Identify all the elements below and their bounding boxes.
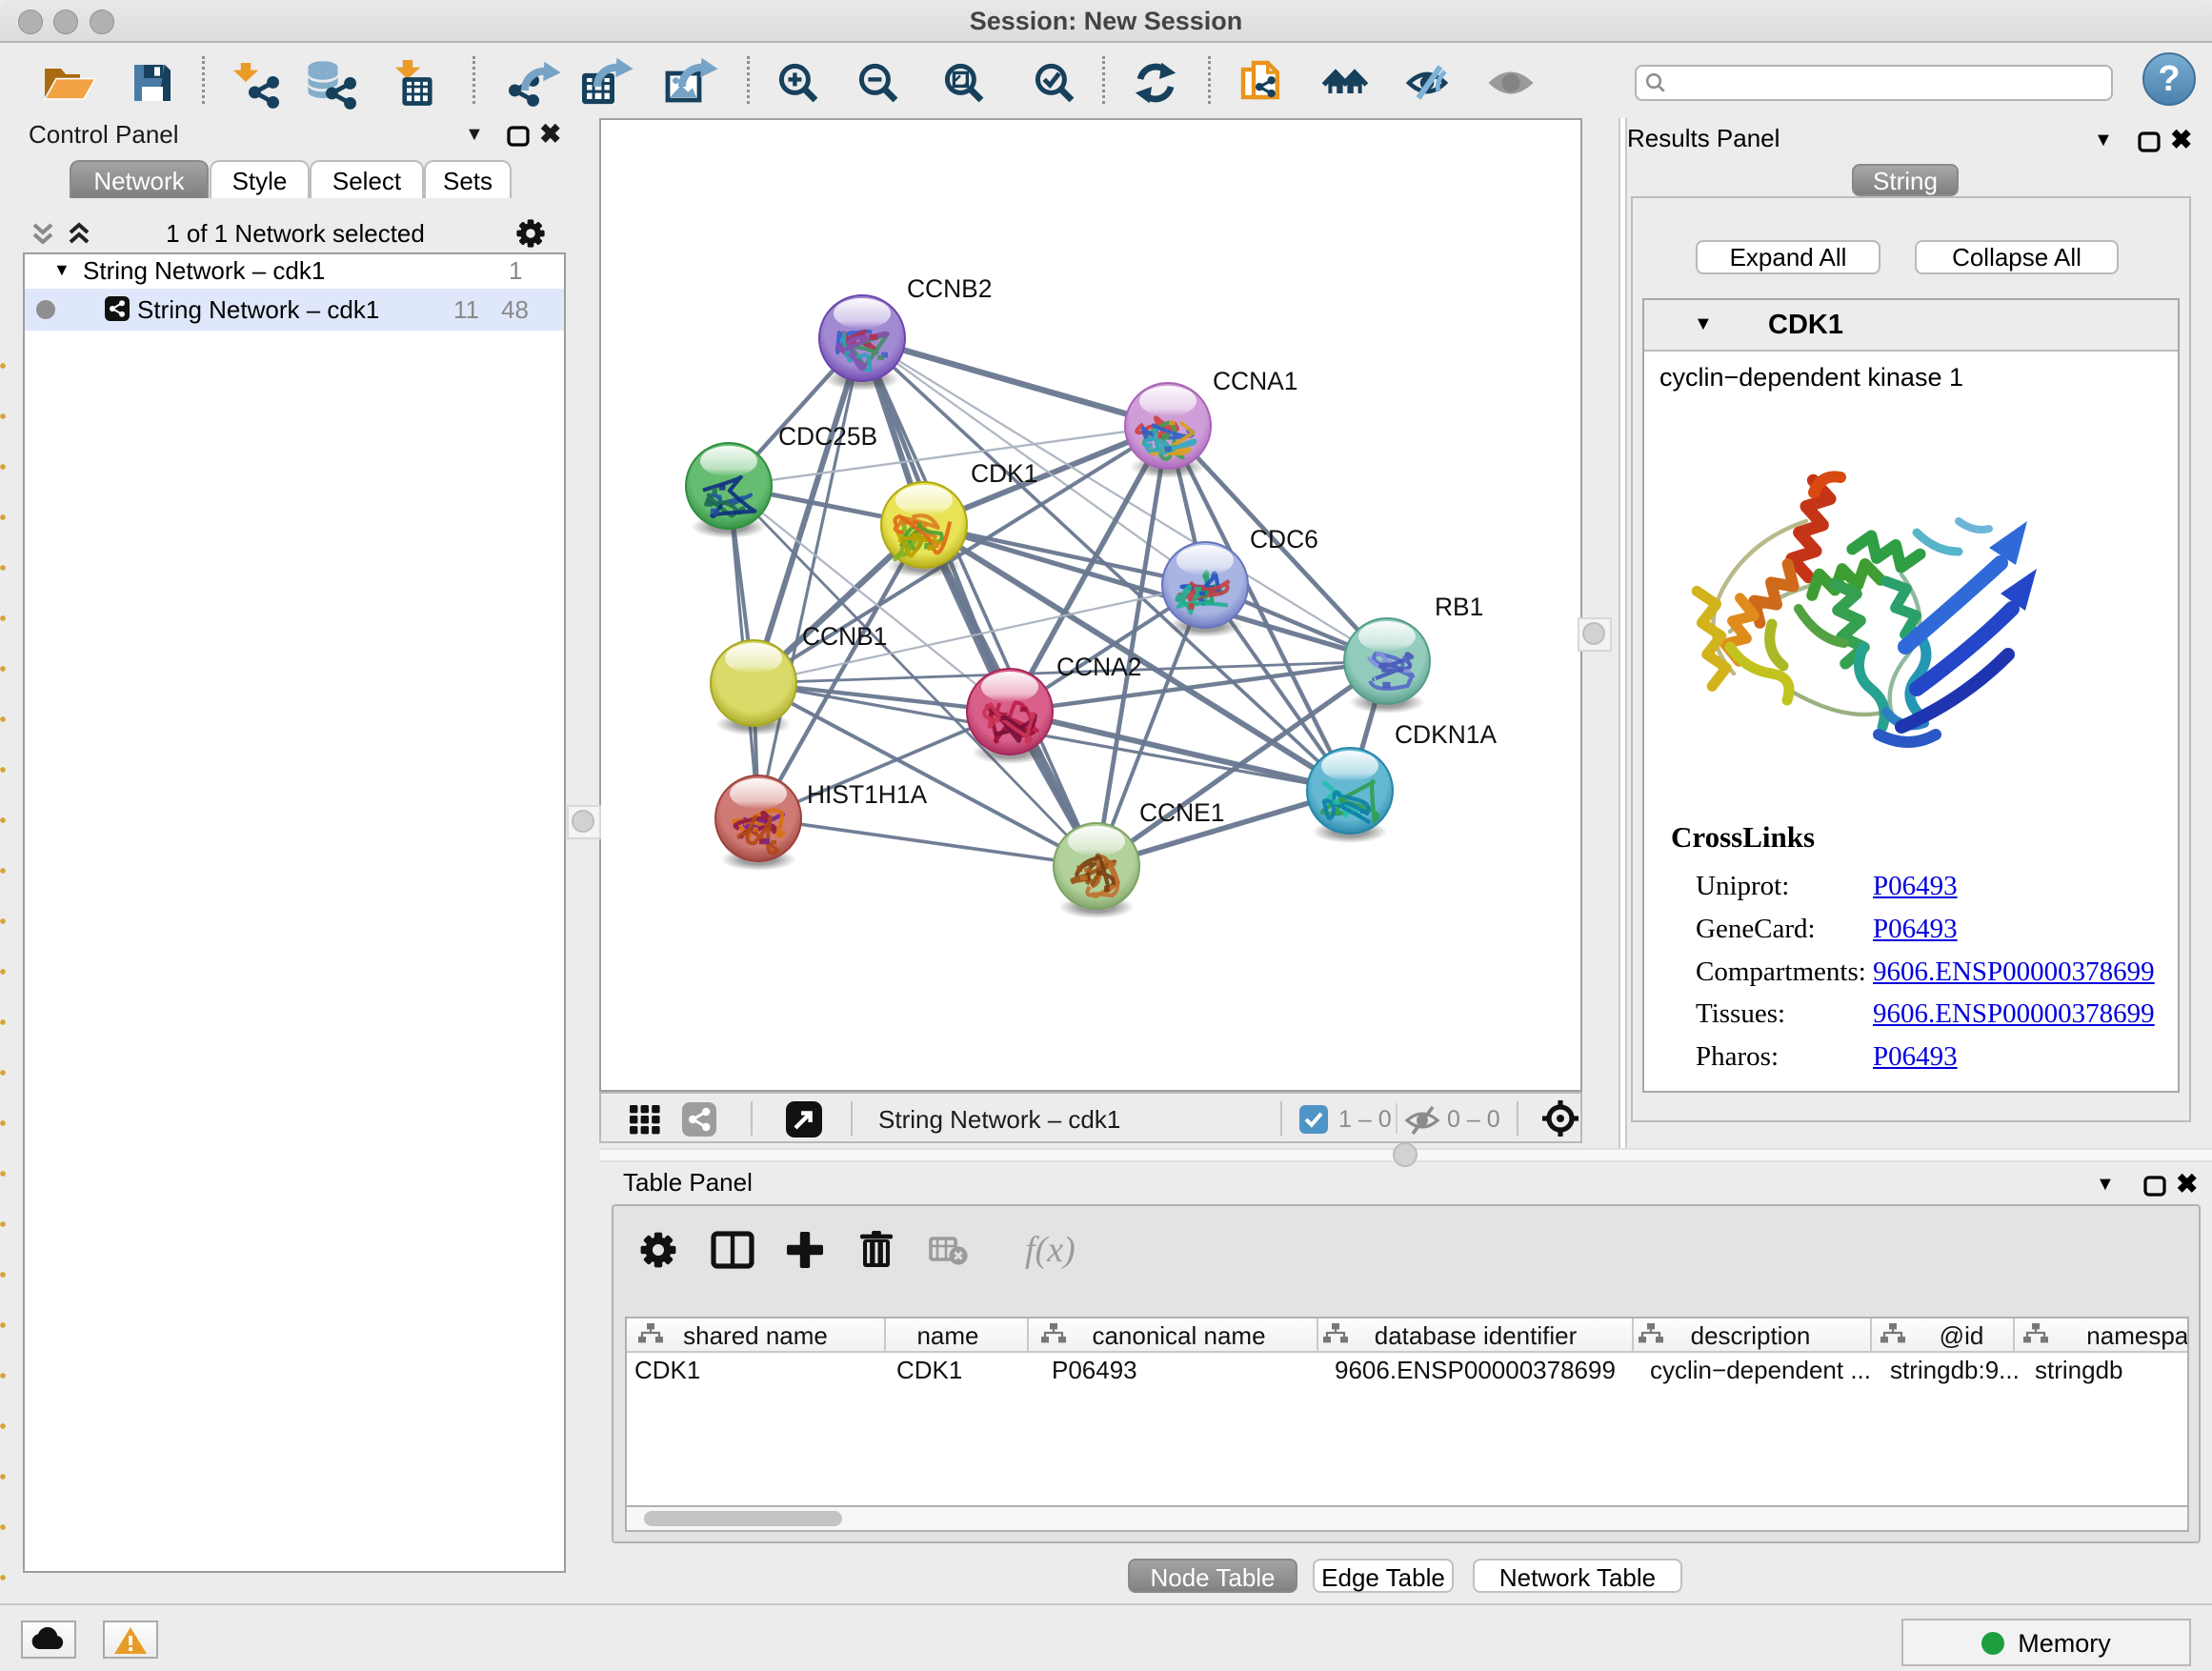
svg-text:CCNA2: CCNA2 <box>1056 653 1141 681</box>
svg-text:CCNB2: CCNB2 <box>907 274 992 303</box>
svg-text:CCNE1: CCNE1 <box>1139 798 1224 827</box>
svg-text:CCNB1: CCNB1 <box>802 622 887 651</box>
svg-text:RB1: RB1 <box>1435 593 1483 621</box>
svg-text:f(x): f(x) <box>1025 1230 1076 1270</box>
svg-text:CDC6: CDC6 <box>1250 525 1318 554</box>
svg-text:CDK1: CDK1 <box>971 459 1037 488</box>
svg-text:HIST1H1A: HIST1H1A <box>807 780 928 809</box>
svg-text:CDC25B: CDC25B <box>778 422 877 451</box>
svg-text:CDKN1A: CDKN1A <box>1395 720 1497 749</box>
svg-text:CCNA1: CCNA1 <box>1213 367 1297 395</box>
